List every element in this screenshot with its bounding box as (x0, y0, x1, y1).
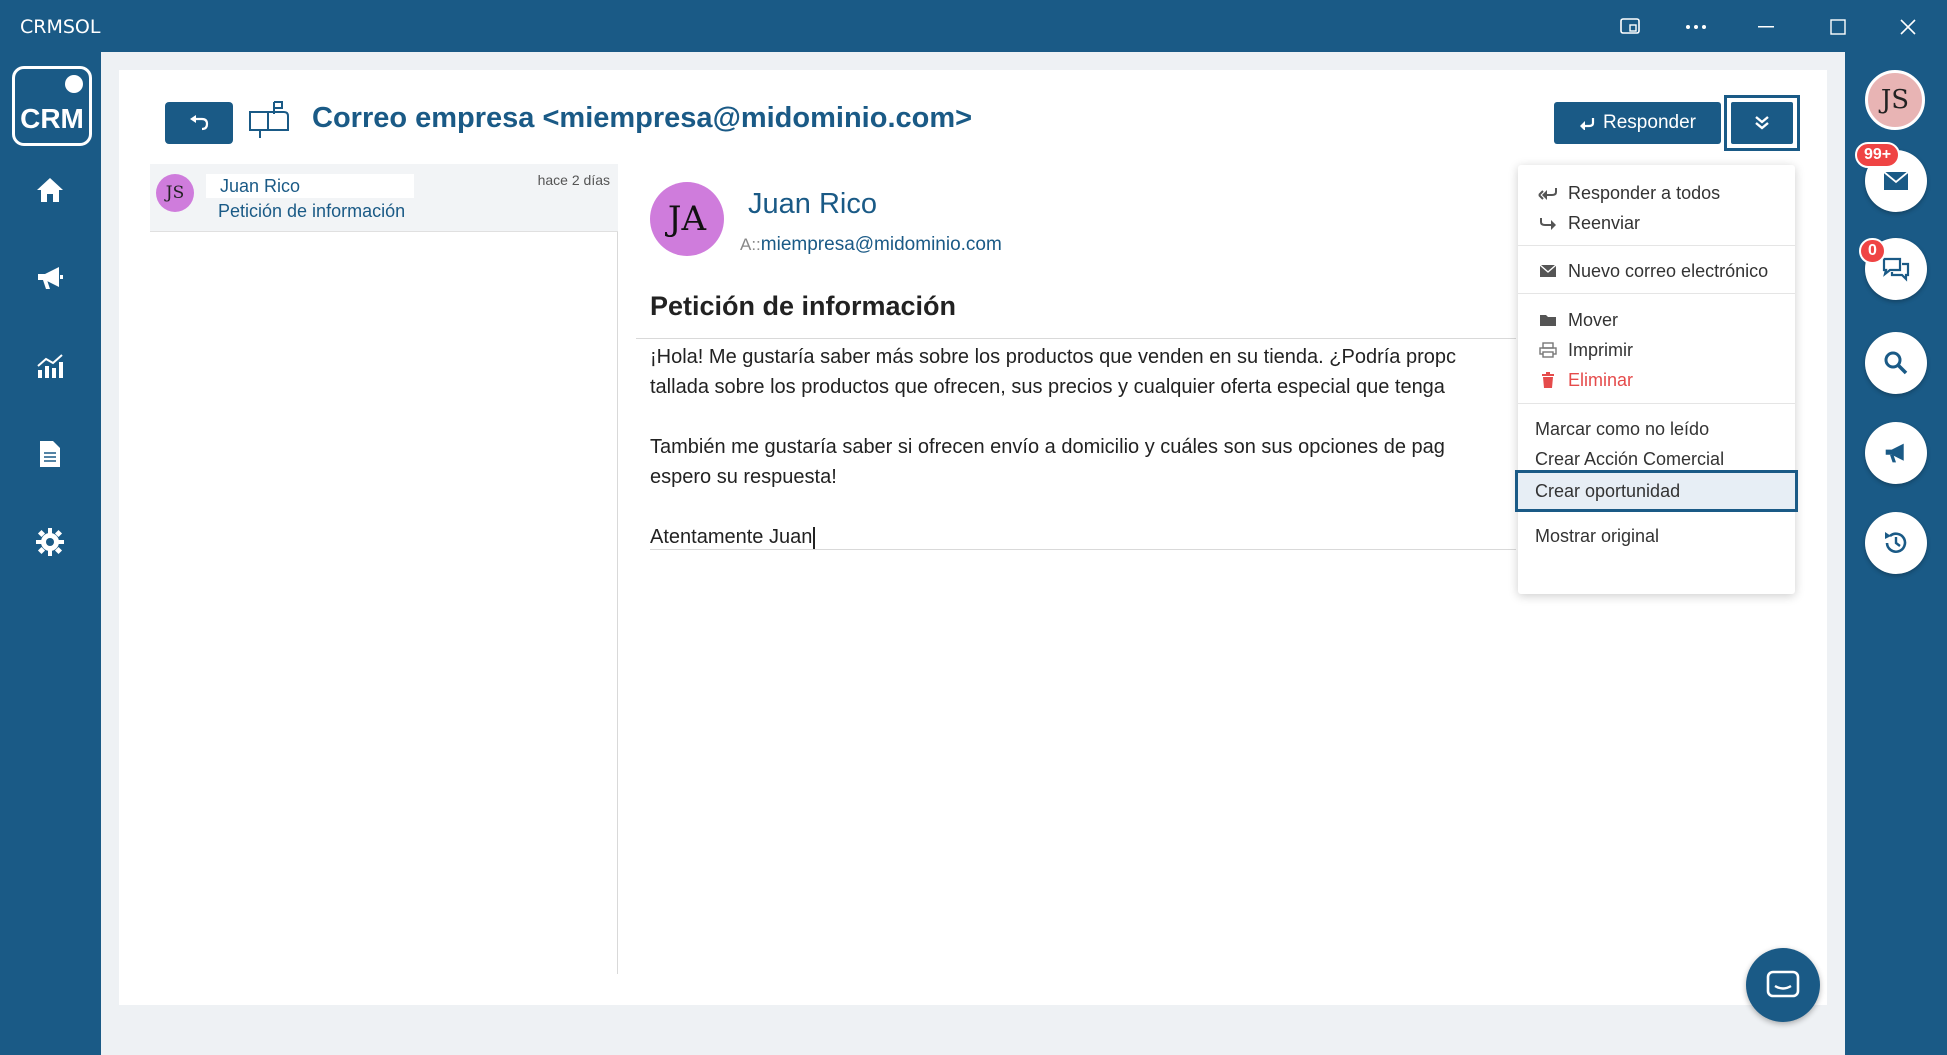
menu-item-label: Mover (1568, 309, 1619, 330)
support-chat-button[interactable] (1746, 948, 1820, 1022)
sidebar-item-documents[interactable] (30, 434, 70, 474)
history-button[interactable] (1865, 512, 1927, 574)
more-actions-menu: Responder a todos Reenviar Nuevo correo … (1515, 165, 1798, 594)
body-line: ¡Hola! Me gustaría saber más sobre los p… (650, 346, 1457, 368)
window-titlebar: CRMSOL (0, 0, 1947, 52)
sender-avatar: JA (650, 182, 724, 256)
body-line: También me gustaría saber si ofrecen env… (650, 436, 1445, 458)
minimize-icon[interactable] (1746, 10, 1786, 44)
window-title: CRMSOL (20, 16, 101, 38)
menu-item-label: Imprimir (1568, 339, 1633, 360)
megaphone-icon (1885, 443, 1904, 463)
more-options-icon[interactable] (1676, 10, 1716, 44)
menu-item-label: Reenviar (1568, 212, 1641, 233)
body-line: espero su respuesta! (650, 466, 837, 488)
maximize-icon[interactable] (1818, 10, 1858, 44)
trash-icon (1534, 372, 1562, 388)
message-subject: Petición de información (650, 291, 957, 321)
recipient-label: A:: (740, 235, 761, 254)
list-item-sender: Juan Rico (206, 174, 414, 198)
reply-icon (1580, 118, 1595, 130)
list-item-time: hace 2 días (537, 172, 610, 188)
menu-item-forward[interactable]: Reenviar (1518, 206, 1795, 240)
menu-item-mark-unread[interactable]: Marcar como no leído (1518, 412, 1795, 446)
menu-item-reply-all[interactable]: Responder a todos (1518, 176, 1795, 210)
document-icon (40, 441, 60, 467)
search-icon (1884, 351, 1908, 375)
megaphone-icon (38, 267, 63, 289)
folder-icon (1534, 313, 1562, 327)
mailbox-icon (246, 100, 290, 140)
menu-item-label: Eliminar (1568, 369, 1634, 390)
double-chevron-down-icon (1755, 116, 1769, 130)
user-avatar[interactable]: JS (1865, 70, 1925, 130)
campaigns-button[interactable] (1865, 422, 1927, 484)
divider (1518, 293, 1795, 294)
menu-item-label: Crear Acción Comercial (1535, 448, 1725, 469)
avatar: JS (156, 174, 194, 212)
text-caret (813, 526, 816, 549)
menu-item-label: Nuevo correo electrónico (1568, 260, 1769, 281)
menu-item-label: Responder a todos (1568, 182, 1721, 203)
body-line: Atentamente Juan (650, 526, 813, 548)
chat-icon (1766, 970, 1800, 998)
undo-icon (190, 115, 209, 131)
divider (636, 338, 1516, 339)
menu-item-label: Mostrar original (1535, 525, 1660, 546)
divider (1518, 245, 1795, 246)
chat-bubbles-icon (1882, 257, 1910, 282)
history-icon (1885, 532, 1907, 553)
list-item-subject: Petición de información (218, 201, 406, 221)
menu-item-create-opportunity[interactable]: Crear oportunidad (1515, 470, 1798, 512)
printer-icon (1534, 342, 1562, 358)
reply-button-label: Responder (1603, 112, 1696, 133)
sidebar-item-settings[interactable] (30, 522, 70, 562)
logo-dot (65, 75, 83, 93)
menu-item-delete[interactable]: Eliminar (1518, 363, 1795, 397)
divider (650, 549, 1516, 550)
chat-badge: 0 (1859, 238, 1886, 264)
sender-name: Juan Rico (748, 188, 877, 220)
gear-icon (36, 528, 64, 556)
sidebar-item-reports[interactable] (30, 346, 70, 386)
menu-item-label: Marcar como no leído (1535, 418, 1710, 439)
mail-badge: 99+ (1855, 142, 1901, 168)
menu-item-show-original[interactable]: Mostrar original (1518, 519, 1795, 553)
menu-item-move[interactable]: Mover (1518, 303, 1795, 337)
search-button[interactable] (1865, 332, 1927, 394)
list-item[interactable]: JS Juan Rico Petición de información hac… (150, 164, 618, 232)
menu-item-new-email[interactable]: Nuevo correo electrónico (1518, 254, 1795, 288)
chart-icon (37, 354, 63, 378)
reply-button[interactable]: Responder (1554, 102, 1721, 144)
back-button[interactable] (165, 102, 233, 144)
sidebar-item-campaigns[interactable] (30, 258, 70, 298)
page-title: Correo empresa <miempresa@midominio.com> (312, 102, 973, 134)
left-sidebar: CRM (0, 52, 101, 1055)
recipient-address[interactable]: miempresa@midominio.com (761, 234, 1002, 255)
logo-text: CRM (20, 103, 84, 134)
crm-logo[interactable]: CRM (12, 66, 92, 146)
forward-icon (1534, 216, 1562, 230)
body-line: tallada sobre los productos que ofrecen,… (650, 376, 1445, 398)
message-list: JS Juan Rico Petición de información hac… (150, 164, 618, 974)
recipient-line: A::miempresa@midominio.com (740, 234, 1002, 256)
home-icon (37, 178, 63, 202)
reply-all-icon (1534, 186, 1562, 200)
menu-item-print[interactable]: Imprimir (1518, 333, 1795, 367)
divider (1518, 403, 1795, 404)
message-body[interactable]: ¡Hola! Me gustaría saber más sobre los p… (650, 342, 1516, 552)
envelope-icon (1534, 264, 1562, 278)
sidebar-item-home[interactable] (30, 170, 70, 210)
close-icon[interactable] (1888, 10, 1928, 44)
cast-icon[interactable] (1610, 10, 1650, 44)
more-actions-button[interactable] (1724, 95, 1800, 151)
envelope-icon (1883, 171, 1909, 190)
menu-item-label: Crear oportunidad (1535, 480, 1681, 501)
right-rail: JS 99+ 0 (1845, 52, 1947, 1055)
